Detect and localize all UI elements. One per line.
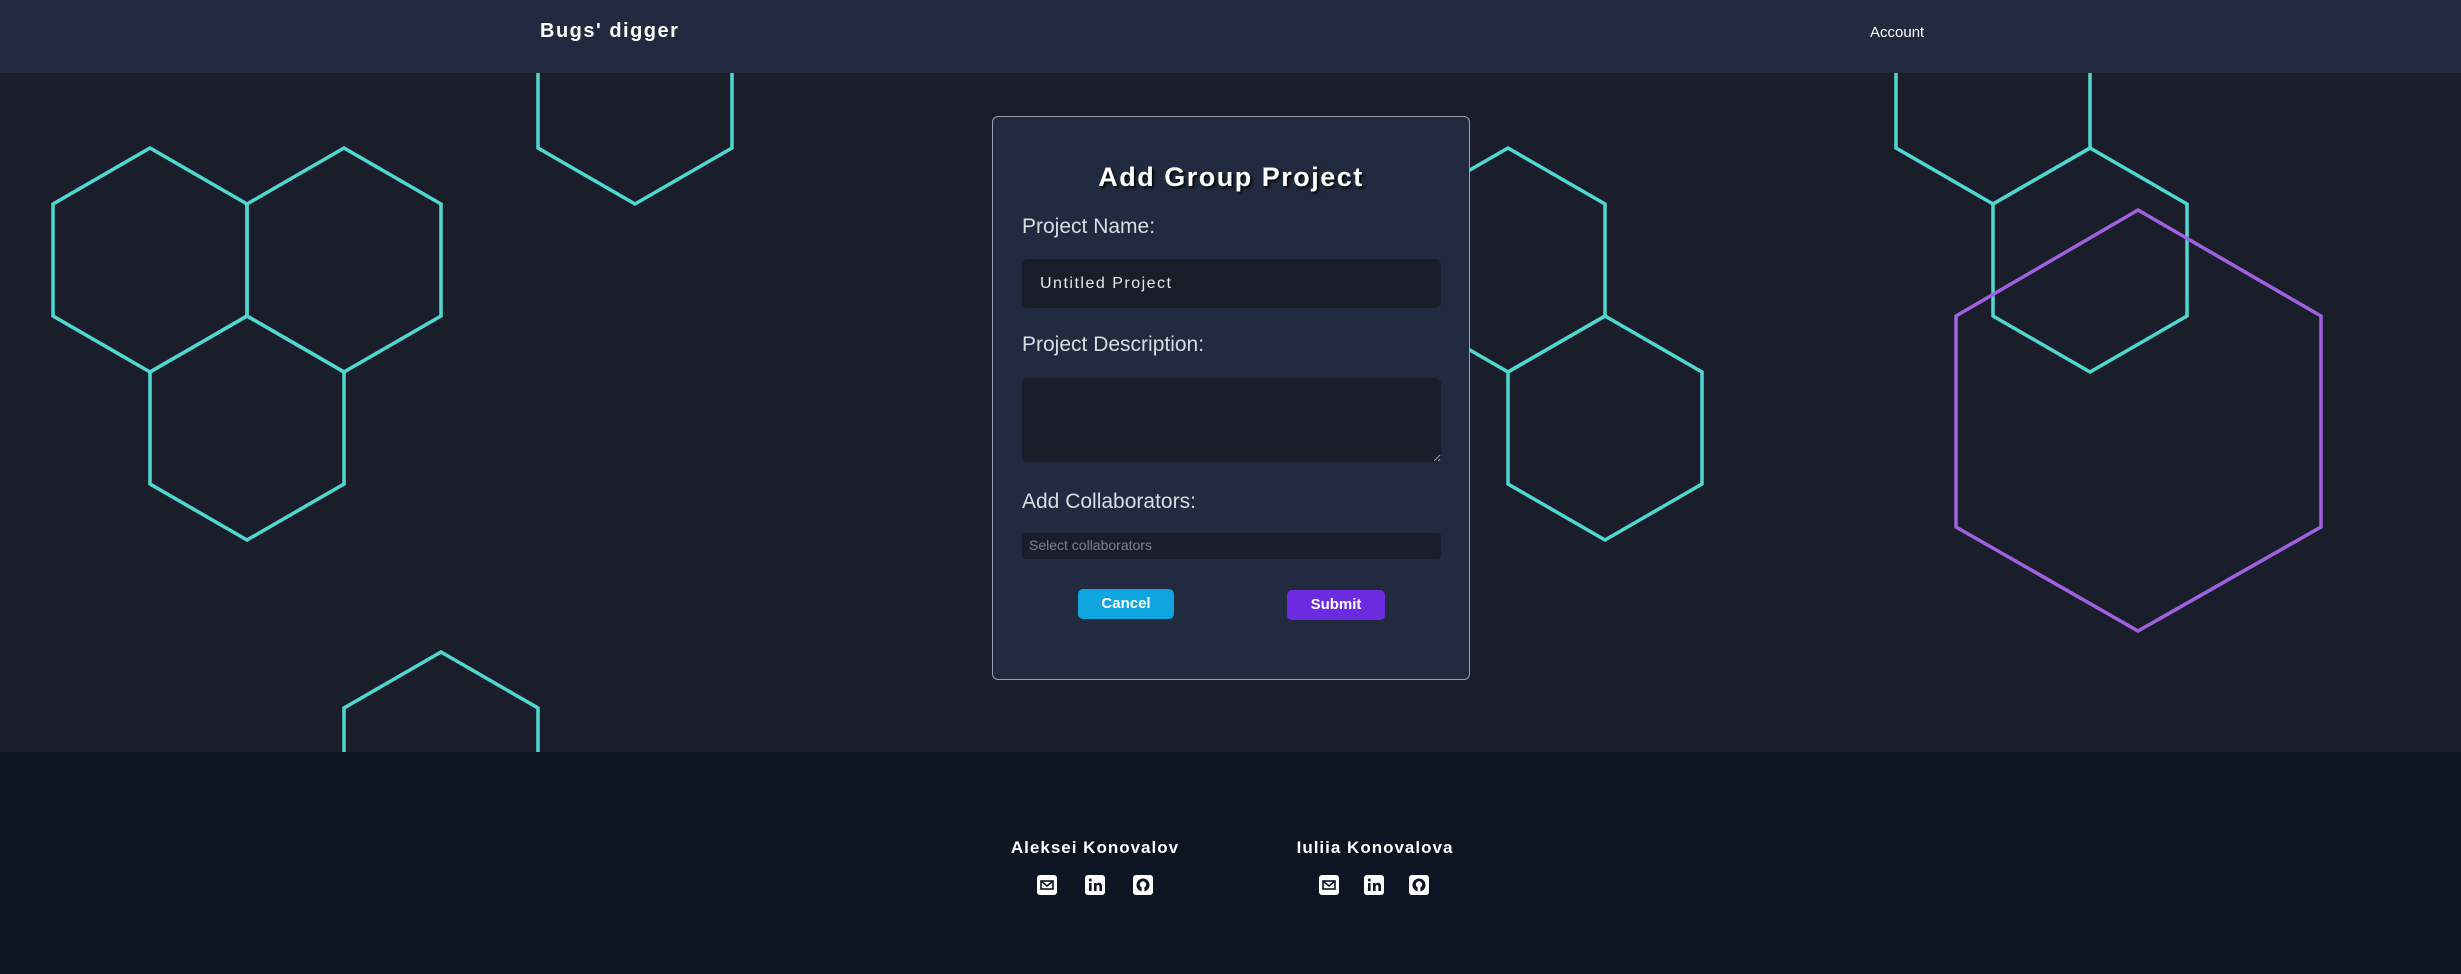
nav-account-link[interactable]: Account (1870, 24, 1924, 41)
brand-logo[interactable]: Bugs' digger (540, 20, 679, 43)
hexagon-shape-purple (1954, 207, 2323, 634)
github-icon[interactable] (1132, 874, 1154, 896)
collaborators-label: Add Collaborators: (1022, 490, 1196, 513)
github-icon[interactable] (1408, 874, 1430, 896)
collaborators-select[interactable]: Select collaborators (1022, 533, 1441, 559)
submit-button[interactable]: Submit (1287, 590, 1385, 620)
modal-title: Add Group Project (1098, 162, 1364, 192)
hexagon-shape (51, 145, 249, 375)
project-description-label: Project Description: (1022, 333, 1205, 356)
add-group-project-modal: Add Group Project Project Name: Project … (992, 116, 1470, 680)
hexagon-shape (148, 313, 346, 543)
project-name-input[interactable] (1022, 259, 1441, 308)
author-name: Iuliia Konovalova (1296, 838, 1454, 857)
footer (0, 752, 2461, 974)
linkedin-icon[interactable] (1363, 874, 1385, 896)
email-icon[interactable] (1036, 874, 1058, 896)
navbar: Bugs' digger Account (0, 0, 2461, 73)
cancel-button[interactable]: Cancel (1078, 589, 1174, 619)
hexagon-shape (1506, 313, 1704, 543)
hexagon-shape (245, 145, 443, 375)
email-icon[interactable] (1318, 874, 1340, 896)
linkedin-icon[interactable] (1084, 874, 1106, 896)
hexagon-shape (342, 649, 540, 752)
author-name: Aleksei Konovalov (1010, 838, 1180, 857)
project-description-textarea[interactable] (1022, 378, 1441, 462)
project-name-label: Project Name: (1022, 215, 1156, 238)
hexagon-shape (1991, 145, 2189, 375)
